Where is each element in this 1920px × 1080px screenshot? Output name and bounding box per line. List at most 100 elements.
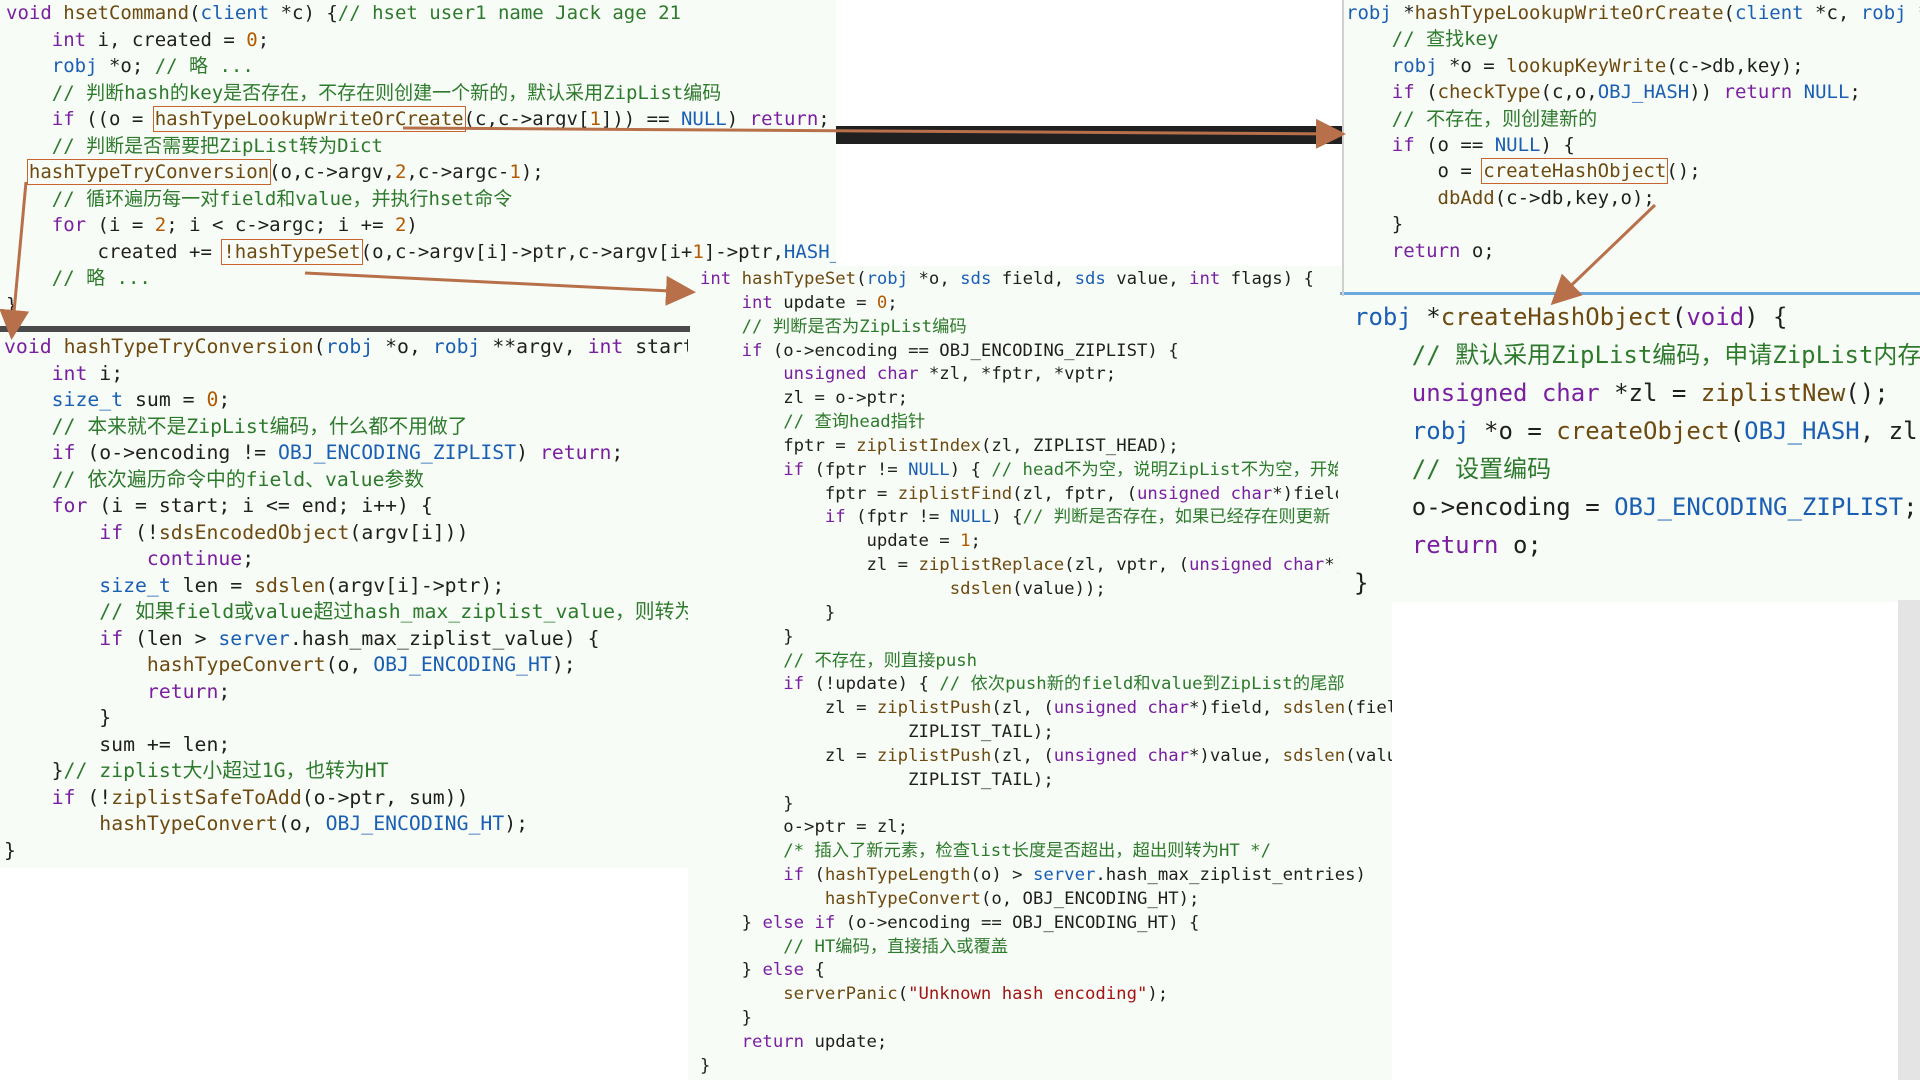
create-hash-object-code-panel: robj *createHashObject(void) { // 默认采用Zi… (1338, 292, 1920, 602)
panel-left-border (1342, 0, 1344, 296)
code-line: sdslen(value)); (700, 578, 1392, 602)
code-line: hashTypeConvert(o, OBJ_ENCODING_HT); (4, 652, 690, 679)
code-token: int (51, 28, 87, 51)
code-line: if (o == NULL) { (1346, 132, 1920, 158)
code-line: robj *createHashObject(void) { (1354, 298, 1920, 336)
code-token: (! (75, 785, 112, 809)
code-token: for (51, 494, 88, 517)
code-token: ; (1903, 493, 1918, 521)
code-line: void hashTypeTryConversion(robj *o, robj… (4, 334, 690, 361)
code-line: for (i = 2; i < c->argc; i += 2) (6, 212, 836, 239)
code-token: if (741, 340, 763, 361)
code-token: fptr = (700, 435, 857, 456)
code-token: ]->ptr, (703, 240, 784, 263)
code-token: *key) { (1907, 2, 1920, 24)
code-line: if (!sdsEncodedObject(argv[i])) (4, 520, 690, 547)
code-token: * (1391, 2, 1415, 24)
code-token: hashTypeConvert (824, 888, 981, 909)
code-token: // ziplist大小超过1G，也转为HT (63, 759, 389, 782)
code-line: int i; (4, 361, 690, 388)
code-token: ,c->argc- (406, 161, 510, 183)
code-token: hsetCommand (63, 2, 190, 24)
code-token: (zl, ( (991, 698, 1054, 719)
code-token: void (6, 2, 52, 24)
code-token: server (218, 626, 290, 650)
code-line: if (len > server.hash_max_ziplist_value)… (4, 626, 690, 653)
code-line: for (i = start; i <= end; i++) { (4, 493, 690, 520)
code-token: unsigned char (1053, 698, 1190, 719)
code-token: HASH_SET_COPY (783, 240, 836, 263)
hash-type-lookup-write-or-create-code-panel: robj *hashTypeLookupWriteOrCreate(client… (1342, 0, 1920, 296)
code-token: update = (700, 531, 961, 552)
code-token: *o, (373, 335, 433, 358)
code-token: , zl); (1859, 417, 1920, 445)
code-token: robj (1354, 303, 1412, 331)
code-token: 0 (206, 388, 219, 411)
code-token: .hash_max_ziplist_entries) (1095, 865, 1366, 886)
code-token: NULL (1803, 81, 1850, 104)
code-line: int update = 0; (700, 292, 1392, 316)
code-token: (o, (277, 812, 326, 835)
code-token: ; (218, 388, 231, 411)
code-token: void (4, 335, 52, 358)
code-line: ZIPLIST_TAIL); (700, 721, 1392, 745)
code-token: if (824, 507, 846, 528)
code-token: ; (970, 531, 981, 552)
code-token: if (51, 441, 76, 464)
code-token: hashTypeSet (741, 269, 857, 289)
code-token: } (700, 1055, 711, 1076)
code-token: ])) == (600, 108, 681, 130)
code-token: else (762, 960, 805, 981)
code-token: if (1391, 81, 1415, 104)
code-token: ( (1414, 81, 1438, 104)
code-token: } (6, 293, 18, 316)
code-token: continue (146, 547, 243, 570)
code-token: update = (772, 292, 877, 313)
code-token: ); (520, 161, 544, 183)
code-token: ); (551, 653, 576, 676)
code-token: 1 (960, 531, 971, 552)
code-token: "Unknown hash encoding" (908, 984, 1148, 1005)
panel-top-border (1340, 292, 1920, 295)
code-line: zl = ziplistPush(zl, (unsigned char*)val… (700, 745, 1392, 769)
code-token: 2 (394, 161, 407, 183)
code-line: if (checkType(c,o,OBJ_HASH)) return NULL… (1346, 79, 1920, 105)
code-token: zl = (700, 745, 877, 766)
code-line: /* 插入了新元素，检查list长度是否超出，超出则转为HT */ (700, 840, 1392, 864)
code-line: } (700, 1055, 1392, 1079)
highlighted-call: hashTypeTryConversion (26, 159, 272, 185)
code-token: robj (1411, 417, 1470, 445)
code-token: ; (242, 547, 255, 570)
code-token: (); (1666, 160, 1701, 183)
code-token: ) { (1540, 134, 1575, 157)
code-line: zl = o->ptr; (700, 387, 1392, 411)
code-line: hashTypeTryConversion(o,c->argv,2,c->arg… (6, 159, 836, 186)
code-token: hashTypeConvert (146, 653, 326, 676)
code-token: (zl, vptr, ( (1064, 555, 1190, 576)
code-token: zl = o->ptr; (700, 388, 909, 409)
code-line: robj *o; // 略 ... (6, 53, 836, 80)
code-token: if (783, 865, 805, 886)
code-line: } (700, 1007, 1392, 1031)
code-token: (c->db,key,o); (1494, 186, 1655, 209)
code-line: // 判断hash的key是否存在，不存在则创建一个新的，默认采用ZipList… (6, 80, 836, 107)
code-line: // 如果field或value超过hash_max_ziplist_value… (4, 599, 690, 626)
code-token: if (51, 108, 75, 130)
code-token: // 依次push新的field和value到ZipList的尾部 (939, 674, 1345, 695)
code-token: len = (170, 573, 255, 597)
scrollbar-track[interactable] (1898, 600, 1920, 1080)
code-token: start, (635, 335, 690, 358)
code-token: } (1354, 569, 1369, 597)
code-token: ziplistNew (1700, 379, 1846, 407)
